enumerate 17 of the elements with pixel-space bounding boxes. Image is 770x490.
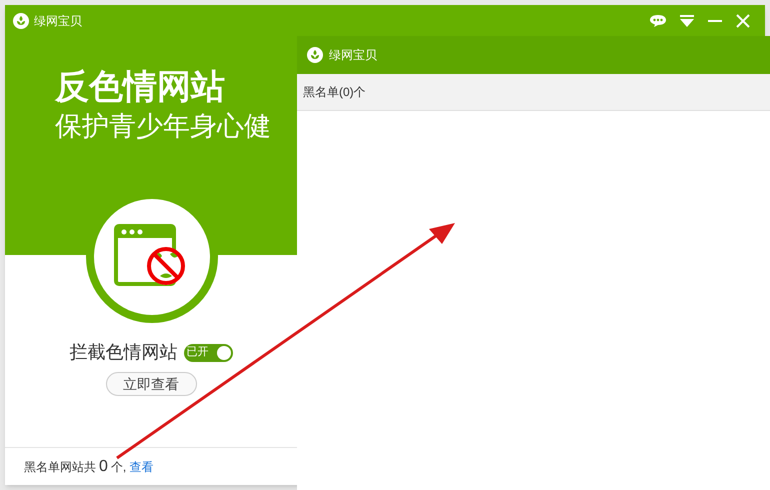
headline: 反色情网站	[55, 67, 225, 107]
dialog-title: 绿网宝贝	[329, 47, 377, 64]
blacklist-heading: 黑名单(0)个	[303, 84, 366, 101]
leaf-logo-icon	[13, 13, 29, 29]
blacklist-count: 0	[99, 456, 108, 476]
view-now-button[interactable]: 立即查看	[106, 372, 196, 396]
toggle-switch[interactable]: 已开	[184, 344, 232, 362]
footer-text: 黑名单网站共	[24, 458, 96, 476]
footer-unit: 个,	[110, 458, 126, 476]
subheadline: 保护青少年身心健	[55, 110, 271, 143]
view-link[interactable]: 查看	[129, 458, 154, 476]
leaf-logo-icon	[307, 47, 323, 63]
feature-label: 拦截色情网站	[70, 341, 178, 364]
close-icon[interactable]	[735, 14, 751, 28]
dropdown-menu-icon[interactable]	[679, 14, 695, 28]
chat-bubble-icon[interactable]	[649, 14, 667, 28]
window-title: 绿网宝贝	[34, 13, 82, 30]
